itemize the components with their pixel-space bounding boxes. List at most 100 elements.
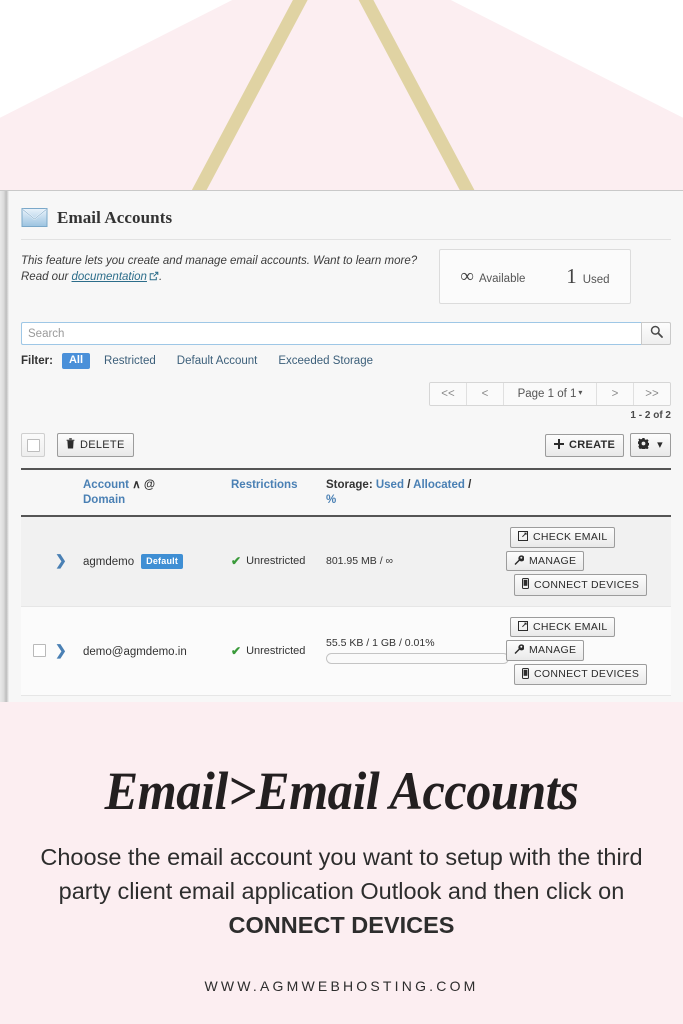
mobile-phone-icon: [522, 578, 529, 592]
table-row: ❯ agmdemo Default ✔ Unrestricted 801.95 M…: [21, 517, 671, 607]
wrench-icon: [514, 644, 525, 657]
th-storage-sep-2: /: [468, 479, 472, 491]
check-email-button[interactable]: CHECK EMAIL: [510, 527, 616, 548]
settings-button[interactable]: ▾: [630, 433, 671, 457]
page-selector-label: Page 1 of 1: [517, 388, 577, 400]
table-row: ❯ demo@agmdemo.in ✔ Unrestricted 55.5 KB…: [21, 606, 671, 696]
used-value: 1: [566, 264, 577, 288]
row-checkbox[interactable]: [33, 644, 46, 658]
row-account-cell: demo@agmdemo.in: [83, 642, 231, 660]
chevron-down-icon: ▾: [578, 388, 583, 397]
th-restrictions-label: Restrictions: [231, 479, 298, 491]
manage-label: MANAGE: [529, 554, 577, 567]
intro-section: This feature lets you create and manage …: [9, 240, 683, 304]
settings-caret-icon: ▾: [657, 438, 663, 451]
manage-row: MANAGE: [506, 550, 585, 571]
row-checkbox-cell: [21, 644, 55, 658]
page-prev-button[interactable]: <: [467, 383, 504, 405]
pagination-wrap: << < Page 1 of 1 ▾ > >> 1 - 2 of 2: [21, 382, 671, 421]
caption-website-url: WWW.AGMWEBHOSTING.COM: [204, 978, 479, 994]
result-range: 1 - 2 of 2: [630, 410, 671, 421]
th-account[interactable]: Account ∧ @ Domain: [83, 478, 231, 508]
status-badge: Default: [141, 554, 184, 570]
envelope-icon: [21, 207, 48, 228]
connect-devices-row: CONNECT DEVICES: [514, 663, 648, 685]
manage-label: MANAGE: [529, 644, 577, 656]
manage-button[interactable]: MANAGE: [506, 550, 585, 571]
connect-devices-button[interactable]: CONNECT DEVICES: [514, 574, 648, 596]
page-last-button[interactable]: >>: [634, 383, 670, 405]
documentation-link[interactable]: documentation: [72, 271, 147, 283]
table-header-row: Account ∧ @ Domain Restrictions Storage:…: [21, 470, 671, 517]
toolbar-right: CREATE ▾: [544, 433, 671, 457]
restriction-label: Unrestricted: [246, 644, 306, 657]
caption-body-line1: Choose the email account you want to set…: [40, 844, 591, 870]
top-banner: [0, 0, 683, 190]
account-name: agmdemo: [83, 556, 135, 569]
search-row: [21, 322, 671, 345]
storage-text: 801.95 MB / ∞: [326, 555, 394, 568]
manage-row: MANAGE: [506, 640, 585, 661]
th-storage-percent[interactable]: %: [326, 494, 336, 506]
th-restrictions[interactable]: Restrictions: [231, 478, 326, 493]
connect-devices-label: CONNECT DEVICES: [534, 668, 640, 680]
th-storage-used[interactable]: Used: [376, 479, 404, 491]
select-all-checkbox[interactable]: [21, 433, 45, 457]
caption-body-line3-prefix: click on: [545, 878, 625, 904]
connect-devices-label: CONNECT DEVICES: [534, 578, 640, 591]
page-first-button[interactable]: <<: [430, 383, 467, 405]
filter-option-default-account[interactable]: Default Account: [170, 355, 265, 367]
checkbox-box-icon: [26, 438, 40, 452]
filter-label: Filter:: [21, 355, 53, 367]
filter-option-exceeded-storage[interactable]: Exceeded Storage: [271, 355, 380, 367]
external-link-icon: [149, 270, 159, 286]
page-selector[interactable]: Page 1 of 1 ▾: [504, 383, 597, 405]
expand-row-icon[interactable]: ❯: [55, 552, 67, 568]
banner-pink-shape: [0, 0, 683, 190]
create-button-label: CREATE: [568, 438, 616, 451]
check-icon: ✔: [231, 554, 242, 569]
th-storage-allocated[interactable]: Allocated: [413, 479, 465, 491]
th-account-domain: Domain: [83, 494, 126, 506]
storage-progress-bar: [326, 653, 509, 665]
delete-button[interactable]: DELETE: [57, 433, 134, 457]
search-button[interactable]: [641, 322, 671, 345]
create-button[interactable]: CREATE: [544, 433, 625, 457]
restriction-status: ✔ Unrestricted: [231, 644, 326, 658]
check-email-button[interactable]: CHECK EMAIL: [510, 616, 616, 637]
wrench-icon: [514, 554, 525, 568]
intro-text-after: .: [158, 271, 163, 283]
check-email-label: CHECK EMAIL: [533, 620, 608, 633]
row-storage-cell: 55.5 KB / 1 GB / 0.01%: [326, 637, 509, 665]
delete-button-label: DELETE: [80, 438, 125, 451]
search-input[interactable]: [21, 322, 641, 345]
expand-row-icon[interactable]: ❯: [55, 642, 67, 658]
accounts-table: Account ∧ @ Domain Restrictions Storage:…: [21, 468, 671, 696]
connect-devices-button[interactable]: CONNECT DEVICES: [514, 663, 648, 685]
available-label: Available: [478, 273, 526, 285]
filter-option-all[interactable]: All: [61, 353, 91, 369]
row-expander-cell: ❯: [55, 642, 83, 660]
th-account-at: @: [143, 479, 156, 491]
row-account-cell: agmdemo Default: [83, 552, 231, 570]
th-storage-sep-1: /: [407, 479, 411, 491]
row-storage-cell: 801.95 MB / ∞: [326, 555, 506, 567]
th-storage-label: Storage:: [326, 479, 373, 491]
mobile-phone-icon: [522, 667, 529, 682]
quota-stats-box: ∞ Available 1 Used: [439, 249, 631, 304]
poster-page: Email Accounts This feature lets you cre…: [0, 0, 683, 1024]
stat-available: ∞ Available: [460, 267, 525, 286]
external-link-square-icon: [518, 531, 528, 544]
stat-used: 1 Used: [566, 266, 609, 287]
manage-button[interactable]: MANAGE: [506, 640, 585, 661]
external-link-square-icon: [518, 620, 528, 634]
check-email-row: CHECK EMAIL: [510, 616, 616, 637]
th-account-label: Account: [83, 479, 129, 491]
page-next-button[interactable]: >: [597, 383, 634, 405]
filter-option-restricted[interactable]: Restricted: [97, 355, 163, 367]
search-icon: [650, 325, 663, 343]
caption-body: Choose the email account you want to set…: [24, 840, 660, 942]
caption-title: Email>Email Accounts: [104, 761, 579, 821]
page-title: Email Accounts: [57, 207, 173, 227]
window-left-edge: [0, 191, 9, 703]
